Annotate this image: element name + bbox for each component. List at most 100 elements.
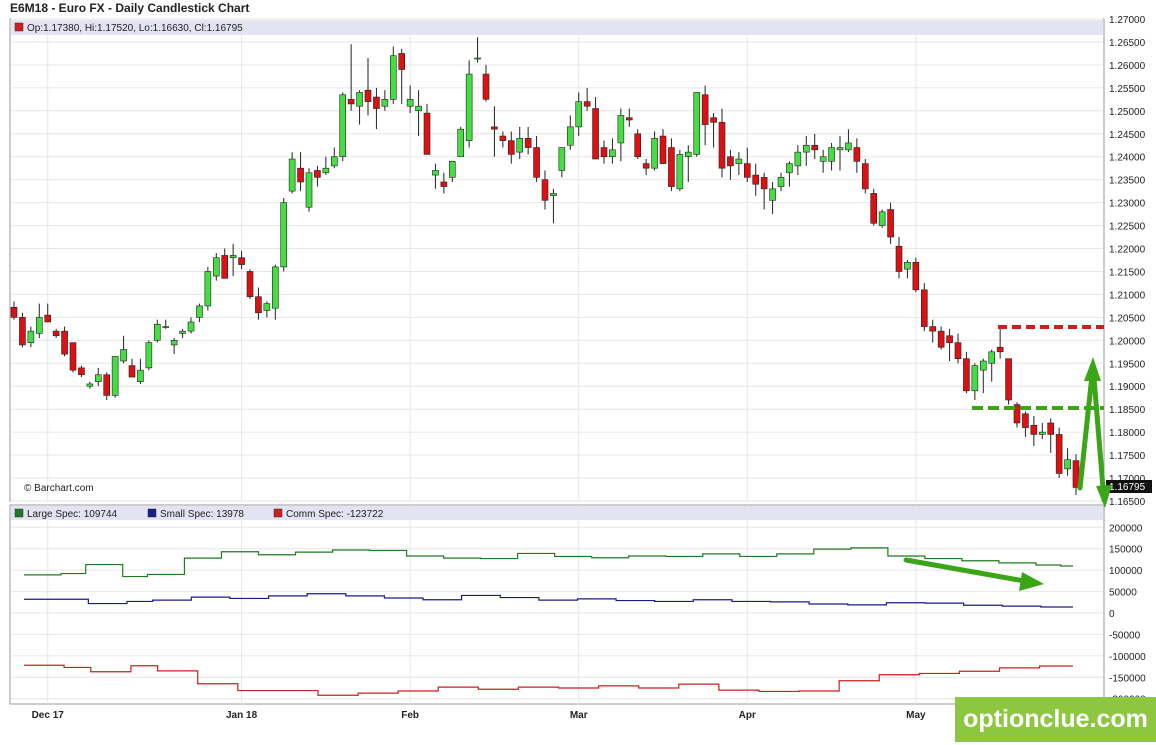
candle-body: [904, 261, 911, 270]
candle-body: [364, 89, 372, 102]
candle-body: [760, 177, 768, 190]
candle-body: [347, 99, 355, 105]
candle-body: [828, 147, 835, 162]
price-panel-frame: [9, 18, 1105, 502]
candle-body: [103, 374, 111, 396]
candle-body: [533, 147, 540, 178]
cot-y-tick: -100000: [1109, 652, 1146, 663]
price-y-tick: 1.24000: [1109, 153, 1146, 164]
y-axis-ticks: 1.27000 1.26500 1.26000 1.25500 1.25000 1.245…: [1109, 15, 1146, 706]
candle-body: [954, 342, 962, 359]
candle-body: [929, 326, 937, 332]
candle-body: [676, 154, 684, 190]
candle-body: [448, 161, 456, 178]
candle-body: [642, 163, 650, 169]
candle-body: [415, 105, 422, 112]
candle-body: [786, 163, 793, 174]
cot-y-tick: 0: [1109, 609, 1115, 620]
candle-body: [137, 369, 144, 382]
ohlc-legend-text: Op:1.17380, Hi:1.17520, Lo:1.16630, Cl:1…: [27, 23, 243, 34]
candle-body: [27, 330, 35, 343]
candle-body: [845, 142, 852, 151]
candle-body: [432, 170, 439, 176]
candle-body: [162, 326, 170, 328]
candle-body: [35, 317, 43, 334]
price-y-tick: 1.18500: [1109, 405, 1146, 416]
candle-body: [878, 211, 886, 226]
candle-body: [255, 296, 262, 314]
price-y-tick: 1.21000: [1109, 290, 1146, 301]
price-y-tick: 1.21500: [1109, 267, 1146, 278]
candle-body: [575, 101, 583, 128]
candle-body: [895, 245, 903, 272]
candle-body: [398, 53, 406, 70]
candle-body: [634, 133, 642, 158]
small-spec-swatch: [147, 508, 157, 518]
candle-body: [516, 138, 524, 153]
candle-body: [668, 147, 675, 187]
candle-body: [963, 358, 970, 392]
price-y-tick: 1.26000: [1109, 61, 1146, 72]
candle-body: [482, 73, 490, 100]
candle-body: [356, 92, 363, 107]
candle-body: [693, 92, 701, 155]
candle-body: [609, 149, 616, 158]
candle-body: [1038, 431, 1046, 435]
candle-body: [912, 261, 920, 291]
candle-body: [996, 346, 1004, 353]
candle-body: [558, 147, 566, 171]
candle-body: [1047, 422, 1055, 435]
x-tick-label: Jan 18: [226, 710, 258, 721]
candle-body: [406, 99, 414, 107]
x-tick-label: May: [906, 710, 926, 721]
candle-body: [111, 356, 119, 396]
candle-body: [187, 321, 195, 332]
candle-body: [246, 271, 254, 298]
cot-y-tick: -150000: [1109, 673, 1146, 684]
candle-body: [52, 330, 60, 337]
candle-body: [592, 108, 599, 160]
price-y-tick: 1.19500: [1109, 359, 1146, 370]
candle-body: [1064, 459, 1071, 470]
candle-body: [887, 209, 894, 238]
candle-body: [221, 255, 229, 279]
candle-body: [196, 305, 203, 318]
price-y-tick: 1.17500: [1109, 451, 1146, 462]
candle-body: [288, 158, 296, 192]
candle-body: [305, 172, 313, 208]
cot-y-tick: 50000: [1109, 588, 1137, 599]
candle-body: [625, 117, 633, 121]
candle-body: [179, 330, 186, 334]
candle-body: [204, 271, 212, 307]
candle-body: [752, 174, 760, 185]
candle-body: [727, 156, 734, 167]
candle-body: [153, 323, 161, 341]
candle-body: [44, 314, 52, 323]
ohlc-legend-swatch: [14, 22, 24, 32]
candle-body: [170, 340, 178, 346]
candle-body: [238, 257, 245, 265]
candle-body: [19, 317, 26, 346]
large-spec-swatch: [14, 508, 24, 518]
candle-body: [229, 255, 237, 259]
candle-body: [1055, 434, 1063, 474]
candle-body: [94, 374, 102, 382]
price-y-tick: 1.23500: [1109, 176, 1146, 187]
cot-y-tick: -50000: [1109, 630, 1141, 641]
price-y-tick: 1.22000: [1109, 245, 1146, 256]
candle-body: [78, 367, 85, 376]
candle-body: [61, 330, 68, 355]
candle-body: [946, 335, 953, 343]
candle-body: [777, 177, 785, 187]
price-y-tick: 1.27000: [1109, 15, 1146, 26]
candle-body: [465, 73, 473, 141]
candle-body: [684, 151, 692, 158]
candle-body: [794, 151, 802, 167]
x-tick-label: Dec 17: [32, 710, 65, 721]
candle-body: [499, 135, 507, 141]
candle-body: [710, 117, 717, 123]
candle-body: [314, 170, 321, 178]
price-y-tick: 1.16500: [1109, 497, 1146, 508]
candle-body: [440, 181, 448, 187]
candle-body: [491, 126, 498, 130]
